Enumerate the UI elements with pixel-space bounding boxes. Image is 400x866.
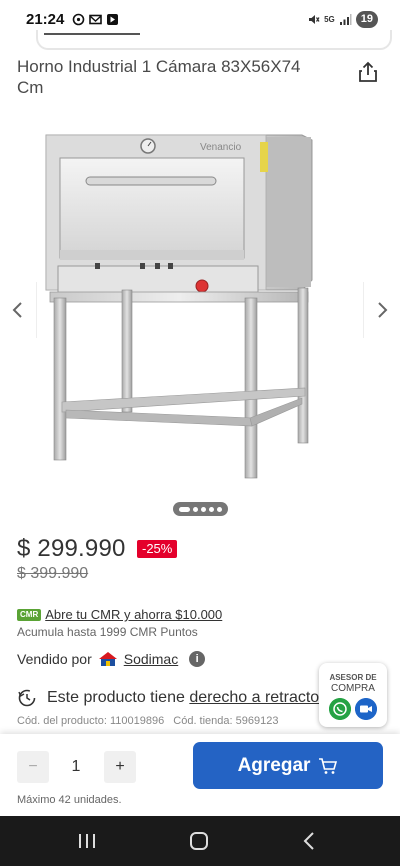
- carousel-dot[interactable]: [209, 506, 214, 512]
- quantity-decrease-button[interactable]: −: [17, 751, 49, 783]
- video-call-icon[interactable]: [355, 698, 377, 720]
- info-icon[interactable]: i: [189, 651, 206, 667]
- carousel-edge-left: [36, 282, 37, 338]
- battery-indicator: 19: [355, 11, 378, 28]
- store-code: Cód. tienda: 5969123: [173, 715, 279, 727]
- recent-apps-icon[interactable]: [78, 833, 96, 849]
- discount-badge: -25%: [137, 540, 178, 558]
- advisor-subtitle: COMPRA: [331, 683, 375, 694]
- app-icon: [107, 14, 118, 25]
- carousel-edge-right: [363, 282, 364, 338]
- brand-logo-icon: Venancio: [200, 142, 242, 153]
- back-icon[interactable]: [302, 831, 316, 851]
- carousel-dot[interactable]: [193, 506, 198, 512]
- notification-icons: [72, 13, 119, 26]
- add-to-cart-label: Agregar: [237, 754, 311, 776]
- add-to-cart-button[interactable]: Agregar: [193, 742, 383, 789]
- carousel-next-icon[interactable]: [370, 296, 394, 324]
- product-image[interactable]: Venancio: [40, 120, 325, 490]
- cart-icon: [319, 757, 338, 774]
- product-codes: Cód. del producto: 110019896 Cód. tienda…: [17, 715, 278, 727]
- product-code: Cód. del producto: 110019896: [17, 715, 165, 727]
- cmr-logo-icon: CMR: [17, 608, 42, 621]
- home-icon[interactable]: [190, 832, 208, 850]
- retract-info: Este producto tiene derecho a retracto: [17, 688, 327, 708]
- cmr-promo: CMR Abre tu CMR y ahorra $10.000: [17, 607, 222, 622]
- share-icon[interactable]: [356, 60, 380, 84]
- carousel-prev-icon[interactable]: [6, 296, 30, 324]
- mail-icon: [89, 14, 102, 25]
- carousel-dot[interactable]: [179, 506, 190, 512]
- retract-text: Este producto tiene: [47, 689, 185, 706]
- product-title: Horno Industrial 1 Cámara 83X56X74 Cm: [17, 57, 301, 97]
- sodimac-logo-icon: [98, 652, 117, 666]
- retract-link[interactable]: derecho a retracto: [189, 689, 319, 706]
- advisor-title: ASESOR DE: [329, 673, 377, 682]
- purchase-advisor-widget[interactable]: ASESOR DE COMPRA: [319, 663, 387, 727]
- quantity-value[interactable]: 1: [60, 758, 92, 776]
- signal-icon: [339, 14, 352, 25]
- cmr-promo-link[interactable]: Abre tu CMR y ahorra $10.000: [45, 607, 222, 622]
- network-type: 5G: [324, 15, 335, 24]
- max-units-note: Máximo 42 unidades.: [17, 794, 122, 806]
- carousel-dot[interactable]: [201, 506, 206, 512]
- mute-icon: [309, 15, 320, 24]
- carousel-dot[interactable]: [217, 506, 222, 512]
- status-time: 21:24: [26, 11, 65, 28]
- seller-info: Vendido por Sodimac i: [17, 651, 206, 667]
- original-price: $ 399.990: [17, 565, 89, 582]
- whatsapp-icon[interactable]: [329, 698, 351, 720]
- carousel-dots[interactable]: [173, 502, 228, 516]
- quantity-increase-button[interactable]: +: [104, 751, 136, 783]
- current-price: $ 299.990: [17, 535, 126, 562]
- system-icons: 5G 19: [307, 11, 378, 28]
- seller-link[interactable]: Sodimac: [124, 651, 178, 667]
- seller-label: Vendido por: [17, 651, 92, 667]
- search-bar-underline: [44, 33, 140, 35]
- location-icon: [72, 13, 85, 26]
- return-icon: [18, 689, 36, 707]
- cmr-points: Acumula hasta 1999 CMR Puntos: [17, 625, 198, 639]
